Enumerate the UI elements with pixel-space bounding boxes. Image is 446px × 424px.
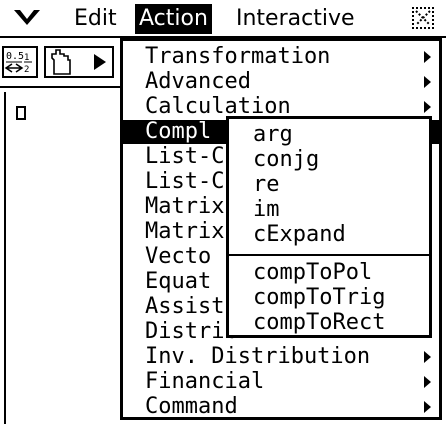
dropdown-item[interactable]: Inv. Distribution [123,345,439,369]
submenu-item[interactable]: compToTrig [253,286,385,310]
toolbar: 0.5 1 2 [0,40,126,86]
close-icon[interactable] [412,7,434,29]
dropdown-item-label: Transformation [145,44,331,69]
dropdown-item[interactable]: Advanced [123,70,439,94]
submenu-arrow-icon [424,76,431,88]
input-cursor-box[interactable] [16,106,26,120]
dropdown-item[interactable]: Transformation [123,45,439,69]
submenu-divider [229,254,429,256]
submenu-item[interactable]: re [253,173,280,197]
svg-text:0.5: 0.5 [6,51,24,62]
fraction-decimal-icon: 0.5 1 2 [4,51,32,75]
casio-main-app: Edit Action Interactive 0.5 1 2 Transfor… [0,0,446,424]
dropdown-item-label: List-C [145,144,225,169]
chevron-down-icon[interactable] [12,7,42,29]
submenu-arrow-icon [424,376,431,388]
dropdown-item-label: Command [145,394,238,419]
submenu-item[interactable]: compToRect [253,311,385,335]
fraction-decimal-button[interactable]: 0.5 1 2 [2,46,38,78]
submenu-arrow-icon [424,51,431,63]
dropdown-item-label: Equat [145,269,212,294]
dropdown-item-label: Matrix [145,219,225,244]
hand-pointer-icon [51,49,71,75]
menu-bar: Edit Action Interactive [0,0,446,38]
dropdown-item-label: Vecto [145,244,212,269]
toolbar-divider [0,86,124,88]
dropdown-item[interactable]: Financial [123,370,439,394]
submenu-arrow-icon [424,101,431,113]
hand-pointer-button[interactable] [44,46,114,78]
dropdown-item-label: Assist [145,294,225,319]
dropdown-item[interactable]: Command [123,395,439,419]
submenu-item[interactable]: arg [253,123,293,147]
menu-action[interactable]: Action [135,4,212,34]
dropdown-item-label: Matrix [145,194,225,219]
play-triangle-icon [94,54,106,70]
svg-text:2: 2 [24,65,29,75]
submenu-arrow-icon [424,401,431,413]
submenu-arrow-icon [424,351,431,363]
submenu-item[interactable]: compToPol [253,261,372,285]
submenu-item[interactable]: cExpand [253,223,346,247]
dropdown-item-label: Advanced [145,69,251,94]
dropdown-item-label: Compl [145,119,212,144]
dropdown-item-label: Inv. Distribution [145,344,371,369]
submenu-item[interactable]: conjg [253,148,319,172]
complex-submenu: arg conjg re im cExpand compToPol compToTrig co… [226,116,432,338]
dropdown-item-label: Distrib [145,319,238,344]
dropdown-item-label: List-C [145,169,225,194]
entry-area[interactable] [4,92,124,424]
submenu-item[interactable]: im [253,198,280,222]
menu-interactive[interactable]: Interactive [232,4,359,34]
menu-edit[interactable]: Edit [70,4,121,34]
dropdown-item-label: Financial [145,369,265,394]
